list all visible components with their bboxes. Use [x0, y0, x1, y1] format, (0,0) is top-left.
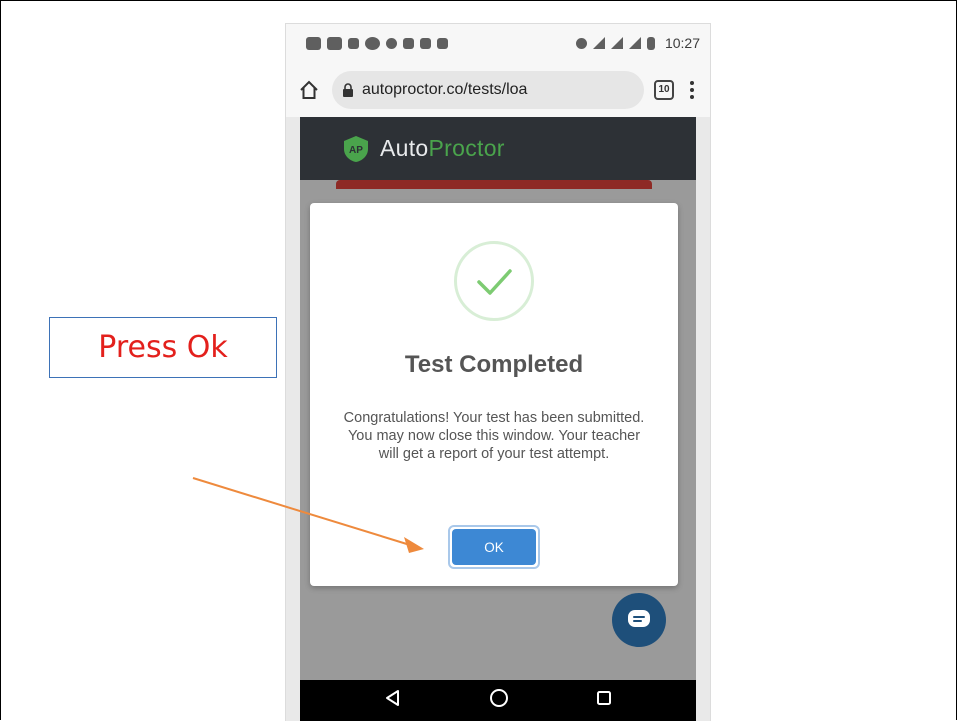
ok-button-focus-ring: OK	[448, 525, 540, 569]
menu-icon[interactable]	[684, 80, 700, 99]
battery-icon	[646, 36, 655, 50]
media-icon	[386, 37, 397, 49]
phone-screenshot: 10:27 autoproctor.co/tests/loa 10 AP Aut…	[286, 24, 710, 721]
data-icon	[437, 37, 448, 49]
dialog-message: Congratulations! Your test has been subm…	[343, 410, 645, 462]
completion-dialog: Test Completed Congratulations! Your tes…	[310, 203, 678, 586]
svg-text:AP: AP	[349, 145, 363, 156]
tab-switcher-button[interactable]: 10	[654, 79, 674, 100]
card-top-strip	[336, 180, 652, 189]
url-text: autoproctor.co/tests/loa	[362, 80, 528, 98]
mail-icon	[327, 36, 342, 50]
person-icon	[348, 37, 359, 49]
press-ok-callout: Press Ok	[49, 317, 277, 378]
screenshot-icon	[403, 37, 414, 49]
ok-button[interactable]: OK	[452, 529, 536, 565]
alarm-icon	[575, 37, 587, 49]
recents-icon[interactable]	[596, 690, 612, 711]
chat-button[interactable]	[612, 593, 666, 647]
browser-toolbar: autoproctor.co/tests/loa 10	[286, 62, 710, 117]
chat-icon	[628, 610, 650, 627]
back-icon[interactable]	[384, 689, 402, 712]
home-icon[interactable]	[296, 77, 322, 103]
signal-icon	[610, 37, 623, 49]
wifi-icon	[592, 37, 605, 49]
status-bar: 10:27	[286, 24, 710, 62]
message-icon	[306, 36, 321, 50]
status-system: 10:27	[575, 35, 700, 51]
android-nav-bar	[300, 680, 696, 721]
dialog-title: Test Completed	[404, 351, 584, 378]
success-check-icon	[454, 241, 534, 321]
lock-icon	[342, 82, 354, 97]
autoproctor-logo-icon: AP	[342, 135, 370, 163]
gallery-icon	[420, 37, 431, 49]
status-notifications	[306, 36, 448, 50]
brand-name: AutoProctor	[380, 135, 505, 161]
status-time: 10:27	[664, 35, 700, 51]
address-bar[interactable]: autoproctor.co/tests/loa	[332, 70, 644, 109]
signal-2-icon	[628, 37, 641, 49]
home-circle-icon[interactable]	[489, 688, 509, 713]
app-header: AP AutoProctor	[300, 117, 696, 180]
record-icon	[365, 36, 380, 50]
